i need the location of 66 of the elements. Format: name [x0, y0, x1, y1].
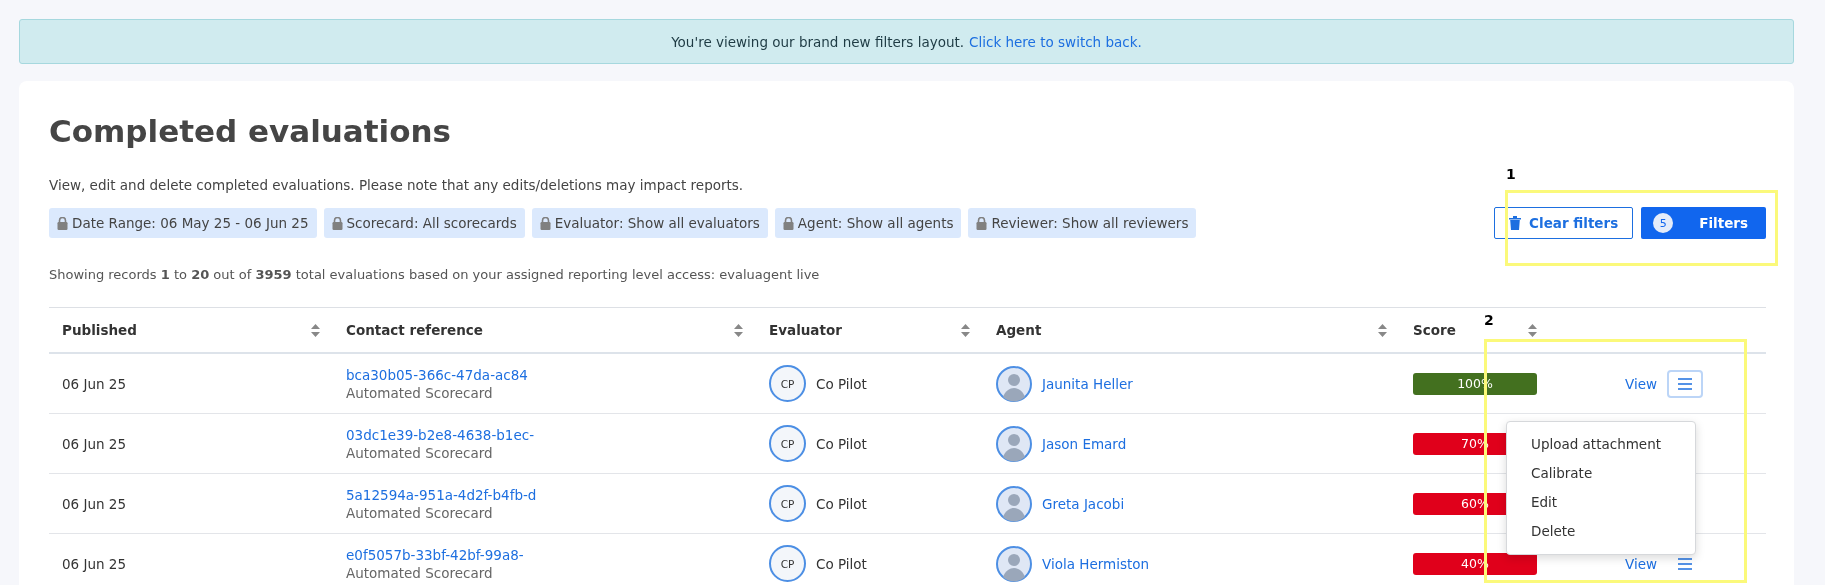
banner-text: You're viewing our brand new filters layout.	[671, 33, 965, 50]
contact-reference-link[interactable]: bca30b05-366c-47da-ac84	[346, 366, 528, 383]
evaluator-initials: CP	[769, 425, 806, 462]
sort-icon[interactable]	[311, 323, 320, 337]
lock-icon	[539, 216, 551, 230]
agent-link[interactable]: Jason Emard	[1042, 435, 1127, 452]
evaluator-name: Co Pilot	[816, 375, 867, 392]
contact-reference-link[interactable]: 5a12594a-951a-4d2f-b4fb-d	[346, 486, 537, 503]
lock-icon	[331, 216, 343, 230]
view-link[interactable]: View	[1625, 375, 1658, 392]
published-date: 06 Jun 25	[62, 555, 127, 572]
evaluator-initials: CP	[769, 365, 806, 402]
scorecard-name: Automated Scorecard	[346, 444, 494, 461]
published-date: 06 Jun 25	[62, 435, 127, 452]
records-summary: Showing records 1 to 20 out of 3959 total evaluations based on your assigned reporting level access: evaluagent live	[49, 266, 821, 284]
trash-icon	[1509, 216, 1522, 230]
filter-chip: Scorecard: All scorecards	[323, 208, 525, 238]
evaluator-name: Co Pilot	[816, 435, 867, 452]
agent-link[interactable]: Greta Jacobi	[1042, 495, 1125, 512]
annotation-number: 2	[1484, 312, 1494, 328]
agent-link[interactable]: Jaunita Heller	[1042, 375, 1133, 392]
avatar-icon	[996, 485, 1032, 522]
column-header: Agent	[996, 322, 1042, 338]
filter-count-badge: 5	[1653, 213, 1674, 233]
avatar-icon	[996, 425, 1032, 462]
filter-chip: Date Range: 06 May 25 - 06 Jun 25	[49, 208, 317, 238]
evaluator-initials: CP	[769, 545, 806, 582]
filter-chip: Agent: Show all agents	[774, 208, 962, 238]
lock-icon	[782, 216, 794, 230]
column-header: Score	[1413, 322, 1456, 338]
sort-icon[interactable]	[961, 323, 970, 337]
filter-chip: Evaluator: Show all evaluators	[531, 208, 768, 238]
evaluator-name: Co Pilot	[816, 555, 867, 572]
page-description: View, edit and delete completed evaluations. Please note that any edits/deletions may impact reports.	[49, 176, 745, 195]
lock-icon	[57, 216, 68, 230]
switch-back-link[interactable]: Click here to switch back.	[969, 33, 1142, 50]
agent-link[interactable]: Viola Hermiston	[1042, 555, 1150, 572]
published-date: 06 Jun 25	[62, 375, 127, 392]
scorecard-name: Automated Scorecard	[346, 384, 494, 401]
column-header: Contact reference	[346, 322, 483, 338]
contact-reference-link[interactable]: e0f5057b-33bf-42bf-99a8-	[346, 546, 524, 563]
column-header: Published	[62, 322, 137, 338]
contact-reference-link[interactable]: 03dc1e39-b2e8-4638-b1ec-	[346, 426, 535, 443]
scorecard-name: Automated Scorecard	[346, 564, 494, 581]
column-header: Evaluator	[769, 322, 842, 338]
annotation-number: 1	[1506, 166, 1516, 182]
menu-item[interactable]: Delete	[1507, 516, 1695, 546]
menu-icon	[1678, 377, 1693, 390]
evaluator-initials: CP	[769, 485, 806, 522]
scorecard-name: Automated Scorecard	[346, 504, 494, 521]
view-link[interactable]: View	[1625, 555, 1658, 572]
lock-icon	[976, 216, 988, 230]
avatar-icon	[996, 365, 1032, 402]
filter-chip: Reviewer: Show all reviewers	[968, 208, 1197, 238]
filters-button[interactable]: 5 Filters	[1641, 207, 1766, 239]
clear-filters-button[interactable]: Clear filters	[1494, 207, 1634, 239]
menu-icon	[1678, 557, 1693, 570]
published-date: 06 Jun 25	[62, 495, 127, 512]
sort-icon[interactable]	[734, 323, 743, 337]
avatar-icon	[996, 545, 1032, 582]
evaluator-name: Co Pilot	[816, 495, 867, 512]
row-menu-button[interactable]	[1667, 369, 1704, 398]
page-title: Completed evaluations	[49, 112, 453, 151]
menu-item[interactable]: Calibrate	[1507, 458, 1695, 488]
sort-icon[interactable]	[1378, 323, 1387, 337]
sort-icon[interactable]	[1528, 323, 1537, 337]
